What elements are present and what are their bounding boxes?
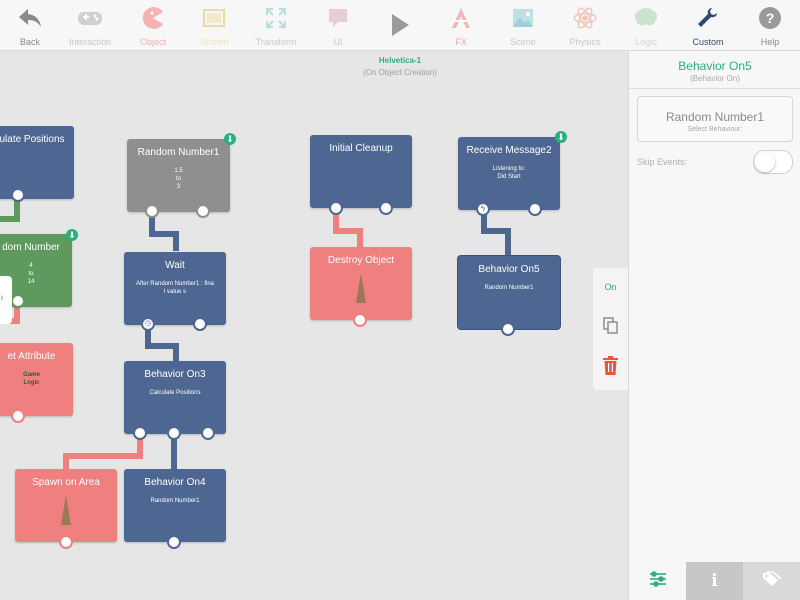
svg-text:?: ?	[766, 10, 775, 26]
help-button[interactable]: ? Help	[740, 0, 800, 50]
divider	[629, 88, 800, 89]
node-output-port[interactable]	[11, 294, 25, 308]
node-wait[interactable]: Wait After Random Number1 : fina l value…	[124, 252, 226, 325]
node-destroy-object[interactable]: Destroy Object	[310, 247, 412, 320]
node-action-toolbar: On	[593, 268, 628, 390]
skip-events-toggle[interactable]	[753, 150, 793, 174]
tags-icon	[762, 570, 782, 592]
inspector-panel: Behavior On5 (Behavior On) Random Number…	[628, 51, 800, 600]
speech-bubble-icon	[323, 3, 353, 33]
sliders-icon	[649, 570, 667, 592]
node-output-port[interactable]	[201, 426, 215, 440]
screen-icon	[199, 3, 229, 33]
top-toolbar: Back Interaction Object Screen Transform…	[0, 0, 800, 51]
gamepad-icon	[75, 3, 105, 33]
panel-title: Behavior On5	[678, 59, 752, 73]
tab-info[interactable]: i	[686, 562, 743, 600]
wrench-icon	[693, 3, 723, 33]
tab-settings[interactable]	[629, 562, 686, 600]
copy-icon[interactable]	[603, 317, 619, 340]
tool-interaction[interactable]: Interaction	[60, 0, 120, 50]
brain-icon	[631, 3, 661, 33]
info-icon: i	[711, 571, 718, 591]
tool-transform[interactable]: Transform	[246, 0, 306, 50]
node-random-number1[interactable]: Random Number1 1.5 to 3	[127, 139, 230, 212]
select-placeholder: Select Behaviour:	[687, 126, 743, 133]
node-initial-cleanup[interactable]: Initial Cleanup	[310, 135, 412, 208]
on-button[interactable]: On	[593, 282, 628, 292]
node-output-port[interactable]	[379, 201, 393, 215]
skip-events-label: Skip Events:	[637, 157, 688, 167]
tool-scene[interactable]: Scene	[493, 0, 553, 50]
tool-ui[interactable]: UI	[308, 0, 368, 50]
node-output-port[interactable]	[167, 426, 181, 440]
node-set-attribute[interactable]: et Attribute Game Logic	[0, 343, 73, 416]
behaviour-select[interactable]: Random Number1 Select Behaviour:	[637, 96, 793, 142]
tool-fx[interactable]: FX	[431, 0, 491, 50]
behavior-canvas[interactable]: Helvetica-1 (On Object Creation) ulate P…	[0, 51, 628, 600]
spike-icon	[61, 495, 71, 525]
node-behavior-on5[interactable]: Behavior On5 Random Number1	[458, 256, 560, 329]
clock-port-icon[interactable]: ◷	[141, 317, 155, 331]
tool-physics[interactable]: Physics	[555, 0, 615, 50]
download-badge-icon: ⬇	[555, 131, 567, 143]
trash-icon[interactable]	[602, 356, 619, 380]
node-output-port[interactable]	[353, 313, 367, 327]
download-badge-icon: ⬇	[224, 133, 236, 145]
node-output-port[interactable]	[193, 317, 207, 331]
panel-tabs: i	[629, 562, 800, 600]
side-drawer-handle[interactable]: ›	[0, 276, 12, 324]
chevron-right-icon: ›	[0, 292, 4, 304]
fx-icon	[446, 3, 476, 33]
lightning-port-icon[interactable]: ϟ	[476, 202, 490, 216]
play-button[interactable]	[370, 0, 430, 50]
node-output-port[interactable]	[145, 204, 159, 218]
node-calculate-positions[interactable]: ulate Positions	[0, 126, 74, 199]
node-output-port[interactable]	[11, 409, 25, 423]
tool-logic[interactable]: Logic	[616, 0, 676, 50]
node-receive-message2[interactable]: Receive Message2 Listening to: Did Start	[458, 137, 560, 210]
node-output-port[interactable]	[59, 535, 73, 549]
node-output-port[interactable]	[528, 202, 542, 216]
tool-custom[interactable]: Custom	[678, 0, 738, 50]
atom-icon	[570, 3, 600, 33]
toggle-knob	[755, 152, 775, 172]
tool-object[interactable]: Object	[123, 0, 183, 50]
download-badge-icon: ⬇	[66, 229, 78, 241]
spike-icon	[356, 273, 366, 303]
back-arrow-icon	[15, 3, 45, 33]
node-output-port[interactable]	[133, 426, 147, 440]
node-behavior-on4[interactable]: Behavior On4 Random Number1	[124, 469, 226, 542]
play-icon	[385, 10, 415, 40]
tool-screen[interactable]: Screen	[184, 0, 244, 50]
landscape-icon	[508, 3, 538, 33]
node-output-port[interactable]	[329, 201, 343, 215]
node-output-port[interactable]	[167, 535, 181, 549]
node-output-port[interactable]	[11, 188, 25, 202]
panel-subtitle: (Behavior On)	[690, 74, 740, 83]
help-icon: ?	[755, 3, 785, 33]
back-button[interactable]: Back	[0, 0, 60, 50]
node-output-port[interactable]	[196, 204, 210, 218]
node-behavior-on3[interactable]: Behavior On3 Calculate Positions	[124, 361, 226, 434]
pacman-icon	[138, 3, 168, 33]
select-value: Random Number1	[665, 110, 765, 124]
transform-icon	[261, 3, 291, 33]
node-spawn-on-area[interactable]: Spawn on Area	[15, 469, 117, 542]
node-output-port[interactable]	[501, 322, 515, 336]
tab-tags[interactable]	[743, 562, 800, 600]
